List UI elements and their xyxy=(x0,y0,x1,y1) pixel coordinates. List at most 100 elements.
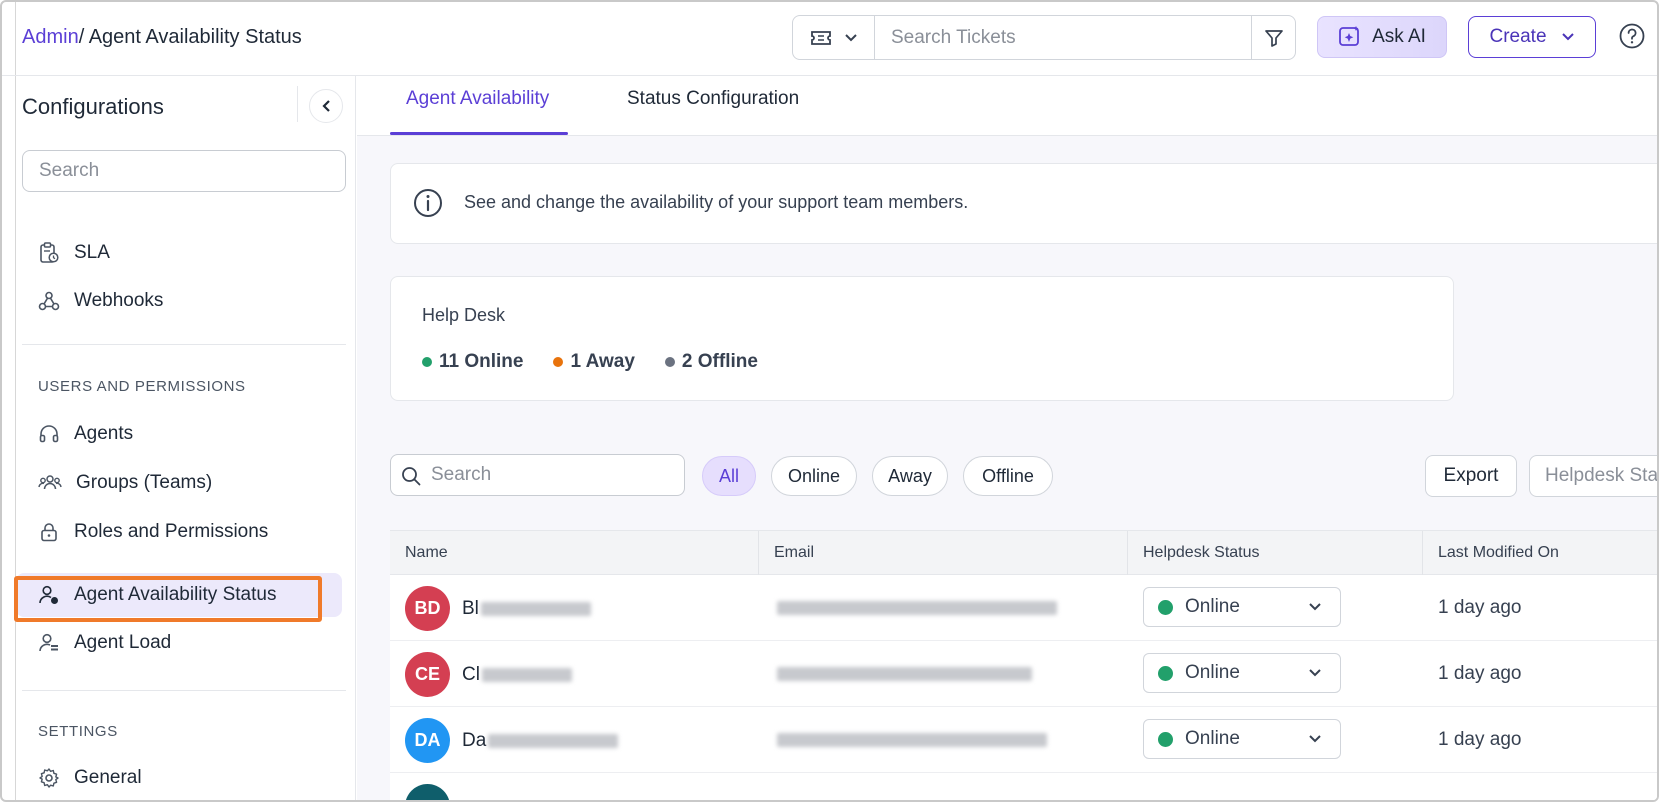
users-group-icon xyxy=(38,475,62,490)
last-modified: 1 day ago xyxy=(1438,663,1522,684)
column-header-name[interactable]: Name xyxy=(390,531,759,575)
info-icon xyxy=(414,189,442,217)
table-header: Name Email Helpdesk Status Last Modified… xyxy=(390,531,1657,575)
sidebar-item-label: Agent Availability Status xyxy=(74,584,277,605)
sidebar-item-agent-load[interactable]: Agent Load xyxy=(38,625,171,661)
sidebar-item-label: Groups (Teams) xyxy=(76,472,213,493)
filter-chip-online[interactable]: Online xyxy=(771,456,857,496)
ask-ai-button[interactable]: Ask AI xyxy=(1317,16,1447,58)
export-button[interactable]: Export xyxy=(1425,455,1517,497)
tab-bar: Agent Availability Status Configuration xyxy=(357,76,1657,136)
agent-email-redacted xyxy=(775,665,1032,683)
chevron-down-icon xyxy=(1309,669,1321,677)
online-dot-icon xyxy=(422,357,432,367)
away-dot-icon xyxy=(553,357,564,367)
agent-name-visible: Bl xyxy=(462,598,479,619)
table-row: CE Cl Online 1 day ago xyxy=(390,641,1657,707)
stat-away: 1 Away xyxy=(553,351,635,373)
ticket-filter-button[interactable] xyxy=(1251,16,1295,59)
gear-icon xyxy=(39,768,59,788)
online-dot-icon xyxy=(1158,599,1173,615)
sidebar-item-webhooks[interactable]: Webhooks xyxy=(38,283,163,319)
filter-icon xyxy=(1264,29,1283,47)
table-row: BD Bl Online 1 day ago xyxy=(390,575,1657,641)
filter-chip-offline[interactable]: Offline xyxy=(963,456,1053,496)
agent-name: Cl xyxy=(462,664,572,686)
sidebar-item-label: Roles and Permissions xyxy=(74,521,269,542)
lock-icon xyxy=(41,523,57,542)
redacted-email xyxy=(777,732,1047,747)
agent-search-box xyxy=(390,454,685,496)
helpdesk-summary-card: Help Desk 11 Online 1 Away 2 Offline xyxy=(390,276,1454,401)
sla-clipboard-icon xyxy=(40,242,59,263)
ticket-icon xyxy=(810,30,831,45)
section-heading-settings: SETTINGS xyxy=(38,723,118,740)
last-modified: 1 day ago xyxy=(1438,729,1522,750)
chevron-left-icon xyxy=(322,100,330,112)
avatar: CE xyxy=(405,652,450,697)
helpdesk-status-filter[interactable]: Helpdesk Sta xyxy=(1529,455,1657,497)
agent-email-redacted xyxy=(775,731,1047,749)
headset-icon xyxy=(39,425,59,443)
sidebar-item-agent-availability-status[interactable]: Agent Availability Status xyxy=(38,577,276,613)
info-text: See and change the availability of your … xyxy=(464,192,969,212)
sidebar-item-label: General xyxy=(74,767,142,788)
column-header-helpdesk-status[interactable]: Helpdesk Status xyxy=(1128,531,1423,575)
filter-chip-all[interactable]: All xyxy=(702,456,756,496)
agent-name: Da xyxy=(462,730,619,752)
offline-dot-icon xyxy=(664,357,675,367)
helpdesk-title: Help Desk xyxy=(422,305,506,325)
collapse-sidebar-button[interactable] xyxy=(309,89,343,123)
divider xyxy=(297,86,298,122)
redacted-name xyxy=(488,733,619,748)
ticket-search-input[interactable] xyxy=(875,16,1251,59)
redacted-name xyxy=(480,601,591,616)
status-label: Online xyxy=(1185,596,1240,617)
divider xyxy=(22,690,346,691)
sidebar-item-roles-permissions[interactable]: Roles and Permissions xyxy=(38,514,268,550)
redacted-email xyxy=(777,666,1032,681)
create-label: Create xyxy=(1489,26,1547,47)
sidebar-item-label: Agent Load xyxy=(74,632,172,653)
breadcrumb-admin-link[interactable]: Admin xyxy=(22,26,79,48)
tab-agent-availability[interactable]: Agent Availability xyxy=(406,88,549,110)
chevron-down-icon xyxy=(1309,735,1321,743)
webhook-icon xyxy=(38,291,60,311)
agent-email-redacted xyxy=(775,599,1057,617)
config-sidebar: Configurations SLA Webhooks USERS AND PE… xyxy=(16,76,356,800)
stat-away-label: 1 Away xyxy=(570,351,635,372)
breadcrumb: Admin/ Agent Availability Status xyxy=(22,26,302,49)
sidebar-item-agents[interactable]: Agents xyxy=(38,416,133,452)
sidebar-item-general[interactable]: General xyxy=(38,760,142,796)
sidebar-item-groups[interactable]: Groups (Teams) xyxy=(38,465,212,501)
sidebar-item-sla[interactable]: SLA xyxy=(38,235,110,271)
user-load-icon xyxy=(39,633,58,652)
sidebar-item-label: SLA xyxy=(74,242,110,263)
sidebar-item-label: Agents xyxy=(74,423,134,444)
helpdesk-status-dropdown[interactable]: Online xyxy=(1143,719,1341,759)
top-bar: Admin/ Agent Availability Status Ask AI … xyxy=(2,2,1657,76)
helpdesk-status-dropdown[interactable]: Online xyxy=(1143,653,1341,693)
stat-online: 11 Online xyxy=(422,351,523,373)
app-window: Admin/ Agent Availability Status Ask AI … xyxy=(0,0,1659,802)
status-label: Online xyxy=(1185,662,1240,683)
stat-offline-label: 2 Offline xyxy=(681,351,758,372)
breadcrumb-current: / Agent Availability Status xyxy=(78,26,302,48)
helpdesk-status-dropdown[interactable]: Online xyxy=(1143,587,1341,627)
help-icon[interactable] xyxy=(1618,22,1646,50)
table-row: DA Da Online 1 day ago xyxy=(390,707,1657,773)
section-heading-users-permissions: USERS AND PERMISSIONS xyxy=(38,378,246,395)
avatar: BD xyxy=(405,586,450,631)
column-header-email[interactable]: Email xyxy=(759,531,1128,575)
tab-status-configuration[interactable]: Status Configuration xyxy=(627,88,799,110)
filter-chip-away[interactable]: Away xyxy=(872,456,948,496)
status-label: Online xyxy=(1185,728,1240,749)
sidebar-search-input[interactable] xyxy=(22,150,346,192)
online-dot-icon xyxy=(1158,731,1173,747)
agent-search-input[interactable] xyxy=(431,455,676,495)
create-button[interactable]: Create xyxy=(1468,16,1596,58)
ask-ai-label: Ask AI xyxy=(1372,26,1426,47)
ticket-type-dropdown[interactable] xyxy=(793,16,875,59)
agent-name-visible: Cl xyxy=(462,664,480,685)
column-header-last-modified[interactable]: Last Modified On xyxy=(1423,531,1657,575)
